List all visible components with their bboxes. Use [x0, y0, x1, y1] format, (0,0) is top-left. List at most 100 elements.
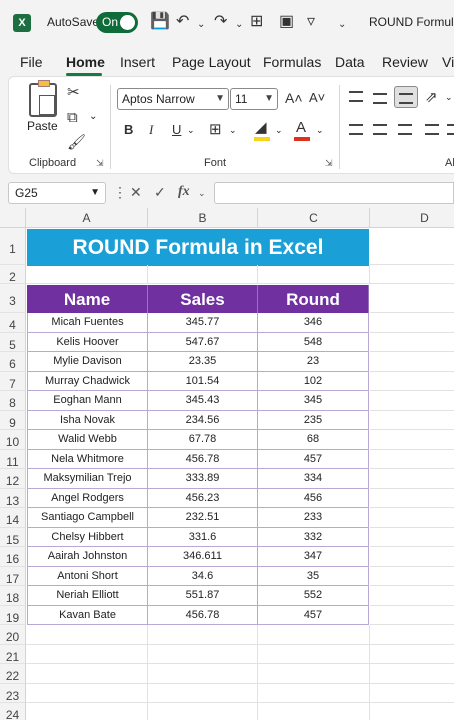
- grid-cell[interactable]: [148, 703, 258, 720]
- undo-icon[interactable]: ↶: [176, 12, 189, 32]
- row-header[interactable]: 8: [0, 391, 26, 411]
- grid-cell[interactable]: [370, 703, 454, 720]
- data-cell-name[interactable]: Maksymilian Trejo: [27, 469, 148, 489]
- row-header[interactable]: 4: [0, 313, 26, 333]
- header-sales[interactable]: Sales: [148, 285, 258, 314]
- data-cell-sales[interactable]: 67.78: [148, 430, 258, 450]
- grid-cell[interactable]: [258, 703, 370, 720]
- data-cell-round[interactable]: 35: [258, 566, 369, 586]
- data-cell-sales[interactable]: 333.89: [148, 469, 258, 489]
- grid-cell[interactable]: [148, 683, 258, 703]
- header-round[interactable]: Round: [258, 285, 369, 314]
- format-painter-icon[interactable]: 🖌: [67, 133, 86, 151]
- data-cell-sales[interactable]: 34.6: [148, 566, 258, 586]
- data-cell-round[interactable]: 457: [258, 449, 369, 469]
- grid-cell[interactable]: [370, 606, 454, 625]
- tab-data[interactable]: Data: [335, 54, 365, 70]
- table-icon[interactable]: ⊞: [250, 12, 263, 32]
- row-header[interactable]: 5: [0, 332, 26, 352]
- align-right-icon[interactable]: [398, 124, 412, 135]
- more-options-icon[interactable]: ⋮: [113, 184, 127, 201]
- save-icon[interactable]: 💾: [150, 12, 170, 32]
- customize-toolbar-icon[interactable]: ⌄: [338, 15, 346, 35]
- row-header[interactable]: 1: [0, 228, 26, 265]
- increase-indent-icon[interactable]: [447, 124, 454, 135]
- tab-home[interactable]: Home: [66, 54, 105, 70]
- tab-page-layout[interactable]: Page Layout: [172, 54, 251, 70]
- grid-cell[interactable]: [370, 625, 454, 645]
- shrink-font-button[interactable]: A˅: [309, 90, 325, 105]
- grid-cell[interactable]: [26, 683, 148, 703]
- data-cell-sales[interactable]: 23.35: [148, 352, 258, 372]
- grid-cell[interactable]: [370, 430, 454, 450]
- decrease-indent-icon[interactable]: [425, 124, 439, 135]
- data-cell-name[interactable]: Neriah Elliott: [27, 586, 148, 606]
- grid-cell[interactable]: [370, 469, 454, 489]
- row-header[interactable]: 3: [0, 284, 26, 313]
- grid-cell[interactable]: [26, 703, 148, 720]
- name-box[interactable]: G25 ▼: [8, 182, 106, 204]
- data-cell-name[interactable]: Mylie Davison: [27, 352, 148, 372]
- grid-cell[interactable]: [370, 228, 454, 265]
- grid-cell[interactable]: [26, 625, 148, 645]
- data-cell-sales[interactable]: 547.67: [148, 332, 258, 352]
- row-header[interactable]: 10: [0, 430, 26, 450]
- grid-cell[interactable]: [370, 265, 454, 284]
- data-cell-sales[interactable]: 456.78: [148, 449, 258, 469]
- data-cell-round[interactable]: 548: [258, 332, 369, 352]
- data-cell-sales[interactable]: 346.611: [148, 547, 258, 567]
- font-color-icon[interactable]: A: [296, 119, 306, 136]
- row-header[interactable]: 17: [0, 566, 26, 586]
- data-cell-round[interactable]: 345: [258, 391, 369, 411]
- data-cell-round[interactable]: 456: [258, 488, 369, 508]
- underline-dropdown-icon[interactable]: ⌄: [187, 125, 195, 136]
- italic-button[interactable]: I: [149, 122, 153, 138]
- tab-file[interactable]: File: [20, 54, 43, 70]
- grow-font-button[interactable]: A˄: [285, 90, 303, 106]
- align-left-icon[interactable]: [349, 124, 363, 135]
- data-cell-name[interactable]: Nela Whitmore: [27, 449, 148, 469]
- redo-icon[interactable]: ↷: [214, 12, 227, 32]
- row-header[interactable]: 13: [0, 488, 26, 508]
- data-cell-round[interactable]: 457: [258, 605, 369, 625]
- row-header[interactable]: 12: [0, 469, 26, 489]
- grid-cell[interactable]: [26, 644, 148, 664]
- row-header[interactable]: 11: [0, 449, 26, 469]
- grid-cell[interactable]: [370, 567, 454, 586]
- row-header[interactable]: 9: [0, 410, 26, 430]
- grid-cell[interactable]: [370, 528, 454, 547]
- borders-dropdown-icon[interactable]: ⌄: [229, 125, 237, 136]
- data-cell-name[interactable]: Antoni Short: [27, 566, 148, 586]
- fill-color-icon[interactable]: ◢: [255, 118, 267, 136]
- data-cell-sales[interactable]: 345.77: [148, 313, 258, 333]
- data-cell-round[interactable]: 23: [258, 352, 369, 372]
- data-cell-round[interactable]: 233: [258, 508, 369, 528]
- tab-view[interactable]: Vi: [442, 54, 454, 70]
- column-header-b[interactable]: B: [148, 208, 258, 228]
- data-cell-name[interactable]: Eoghan Mann: [27, 391, 148, 411]
- grid-cell[interactable]: [370, 684, 454, 703]
- grid-cell[interactable]: [370, 508, 454, 528]
- grid-cell[interactable]: [370, 411, 454, 430]
- orientation-icon[interactable]: ⇗: [425, 88, 438, 106]
- data-cell-sales[interactable]: 551.87: [148, 586, 258, 606]
- grid-cell[interactable]: [26, 265, 148, 284]
- copy-dropdown-icon[interactable]: ⌄: [89, 111, 97, 122]
- column-header-a[interactable]: A: [26, 208, 148, 228]
- row-header[interactable]: 24: [0, 703, 26, 720]
- tab-insert[interactable]: Insert: [120, 54, 155, 70]
- data-cell-round[interactable]: 102: [258, 371, 369, 391]
- data-cell-name[interactable]: Walid Webb: [27, 430, 148, 450]
- data-cell-round[interactable]: 347: [258, 547, 369, 567]
- grid-cell[interactable]: [26, 664, 148, 684]
- grid-cell[interactable]: [370, 645, 454, 664]
- tab-formulas[interactable]: Formulas: [263, 54, 321, 70]
- cancel-icon[interactable]: ✕: [130, 184, 142, 201]
- cut-icon[interactable]: ✂: [67, 83, 80, 101]
- image-icon[interactable]: ▣: [279, 12, 294, 32]
- borders-icon[interactable]: ⊞: [209, 120, 222, 138]
- redo-dropdown-icon[interactable]: ⌄: [235, 15, 243, 35]
- data-cell-round[interactable]: 332: [258, 527, 369, 547]
- tab-review[interactable]: Review: [382, 54, 428, 70]
- fx-dropdown-icon[interactable]: ⌄: [198, 188, 206, 199]
